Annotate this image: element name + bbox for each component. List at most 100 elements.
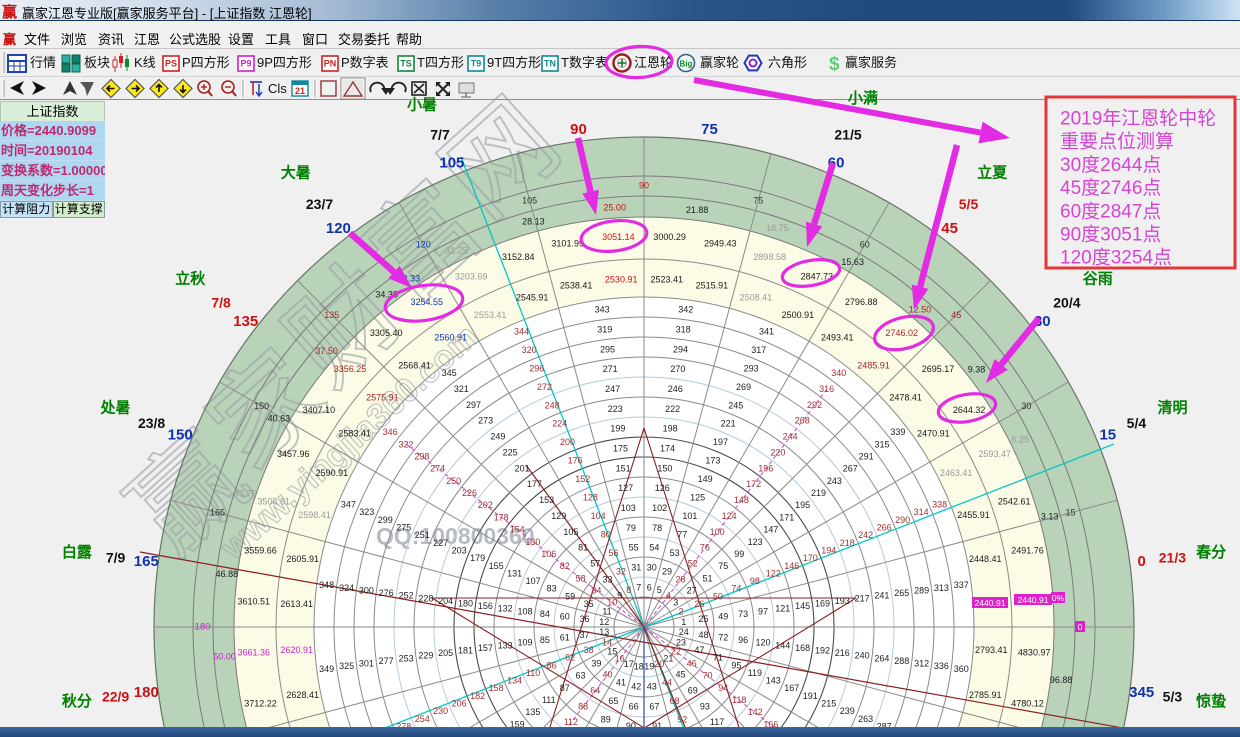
svg-text:100: 100 <box>710 527 725 537</box>
svg-text:226: 226 <box>462 488 477 498</box>
svg-text:3457.96: 3457.96 <box>277 449 310 459</box>
svg-text:2440.91: 2440.91 <box>974 598 1005 608</box>
svg-text:2545.91: 2545.91 <box>516 293 549 303</box>
svg-text:245: 245 <box>728 400 743 410</box>
svg-text:TS: TS <box>400 59 412 69</box>
svg-text:2605.91: 2605.91 <box>286 554 319 564</box>
svg-text:行情: 行情 <box>30 55 56 70</box>
svg-text:2620.91: 2620.91 <box>280 645 313 655</box>
svg-text:2542.61: 2542.61 <box>998 496 1031 506</box>
svg-text:31: 31 <box>631 563 641 573</box>
svg-text:271: 271 <box>603 364 618 374</box>
svg-text:55: 55 <box>629 543 639 553</box>
svg-text:201: 201 <box>515 463 530 473</box>
svg-text:Cls: Cls <box>268 81 287 96</box>
svg-text:181: 181 <box>458 646 473 656</box>
svg-text:11: 11 <box>602 607 611 617</box>
svg-text:72: 72 <box>718 632 728 642</box>
svg-text:345: 345 <box>442 368 457 378</box>
svg-text:219: 219 <box>811 488 826 498</box>
svg-text:290: 290 <box>895 515 910 525</box>
svg-text:5: 5 <box>657 585 662 595</box>
svg-text:54: 54 <box>649 543 659 553</box>
svg-text:228: 228 <box>418 593 433 603</box>
svg-text:120: 120 <box>416 240 431 250</box>
svg-text:12.50: 12.50 <box>909 305 932 315</box>
svg-text:23: 23 <box>676 637 686 647</box>
svg-text:325: 325 <box>339 661 354 671</box>
svg-text:52: 52 <box>688 559 698 569</box>
svg-text:3.13: 3.13 <box>1041 511 1059 521</box>
svg-text:43.75: 43.75 <box>234 489 257 499</box>
svg-text:122: 122 <box>766 568 781 578</box>
svg-text:108: 108 <box>517 606 532 616</box>
svg-text:0: 0 <box>1138 553 1146 570</box>
svg-text:13: 13 <box>599 627 609 637</box>
svg-text:293: 293 <box>744 363 759 373</box>
svg-text:229: 229 <box>418 651 433 661</box>
svg-text:P数字表: P数字表 <box>341 55 389 70</box>
svg-text:111: 111 <box>542 695 556 705</box>
svg-text:44: 44 <box>662 677 672 687</box>
svg-text:27: 27 <box>687 586 697 596</box>
svg-text:2491.76: 2491.76 <box>1011 546 1044 556</box>
svg-text:赢家轮: 赢家轮 <box>700 55 739 70</box>
svg-text:101: 101 <box>682 511 697 521</box>
svg-text:300: 300 <box>359 586 374 596</box>
svg-text:71: 71 <box>713 653 723 663</box>
svg-text:白露: 白露 <box>62 543 93 561</box>
svg-text:67: 67 <box>649 701 659 711</box>
svg-text:105: 105 <box>439 155 464 172</box>
svg-text:K线: K线 <box>134 55 156 70</box>
svg-text:46: 46 <box>687 659 697 669</box>
svg-text:2440.91: 2440.91 <box>1017 595 1048 605</box>
svg-text:148: 148 <box>734 495 749 505</box>
svg-text:127: 127 <box>618 483 633 493</box>
svg-text:96.88: 96.88 <box>1050 675 1073 685</box>
svg-text:88: 88 <box>578 701 588 711</box>
svg-text:51: 51 <box>702 573 712 583</box>
svg-text:247: 247 <box>605 384 620 394</box>
svg-text:196: 196 <box>758 463 773 473</box>
svg-text:315: 315 <box>874 439 889 449</box>
svg-text:2796.88: 2796.88 <box>845 297 878 307</box>
svg-text:56: 56 <box>608 548 618 558</box>
svg-text:P9: P9 <box>240 59 251 69</box>
svg-text:65: 65 <box>608 696 618 706</box>
svg-text:195: 195 <box>795 500 810 510</box>
svg-text:2538.41: 2538.41 <box>560 281 593 291</box>
svg-text:2695.17: 2695.17 <box>922 364 955 374</box>
svg-text:273: 273 <box>478 416 493 426</box>
svg-text:149: 149 <box>698 474 713 484</box>
svg-text:131: 131 <box>507 568 522 578</box>
svg-text:Big: Big <box>680 60 693 69</box>
svg-text:21/5: 21/5 <box>834 127 861 143</box>
svg-text:9.38: 9.38 <box>968 365 986 375</box>
svg-text:立秋: 立秋 <box>175 269 206 287</box>
svg-text:0: 0 <box>1078 622 1083 632</box>
svg-text:167: 167 <box>784 683 799 693</box>
svg-text:216: 216 <box>835 648 850 658</box>
svg-text:322: 322 <box>398 439 413 449</box>
svg-text:171: 171 <box>779 512 794 522</box>
svg-text:244: 244 <box>783 432 798 442</box>
svg-text:3712.22: 3712.22 <box>244 698 277 708</box>
svg-text:49: 49 <box>718 612 728 622</box>
svg-text:135: 135 <box>233 313 258 330</box>
svg-text:20/4: 20/4 <box>1053 295 1080 311</box>
svg-text:174: 174 <box>660 444 675 454</box>
svg-text:12: 12 <box>599 617 609 627</box>
svg-text:4830.97: 4830.97 <box>1018 648 1051 658</box>
svg-text:180: 180 <box>134 684 159 701</box>
svg-text:242: 242 <box>858 530 873 540</box>
svg-text:2898.58: 2898.58 <box>753 252 786 262</box>
svg-text:50.00: 50.00 <box>213 651 236 661</box>
svg-text:222: 222 <box>665 404 680 414</box>
svg-text:250: 250 <box>446 476 461 486</box>
svg-text:324: 324 <box>339 583 354 593</box>
svg-text:205: 205 <box>438 648 453 658</box>
svg-text:197: 197 <box>713 437 728 447</box>
svg-text:六角形: 六角形 <box>768 55 807 70</box>
svg-text:165: 165 <box>134 553 159 570</box>
svg-text:谷雨: 谷雨 <box>1083 270 1113 287</box>
